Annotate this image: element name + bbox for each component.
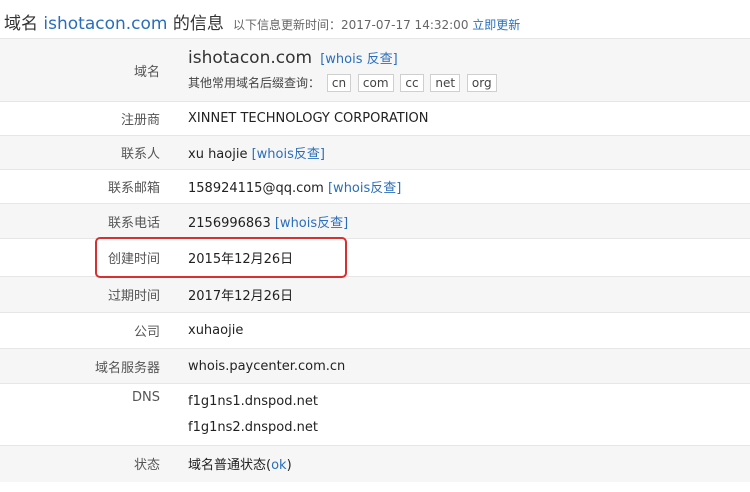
row-phone: 联系电话 2156996863 [whois反查] xyxy=(0,203,750,239)
phone-whois-link[interactable]: [whois反查] xyxy=(275,216,348,231)
email-whois-link[interactable]: [whois反查] xyxy=(328,181,401,196)
phone-value: 2156996863 xyxy=(188,215,271,231)
suffix-label: 其他常用域名后缀查询： xyxy=(188,76,321,90)
created-value: 2015年12月26日 xyxy=(170,238,750,277)
suffix-button-net[interactable]: net xyxy=(430,74,461,92)
row-value: 域名普通状态(ok) xyxy=(170,445,750,482)
suffix-button-org[interactable]: org xyxy=(466,74,497,92)
status-close: ) xyxy=(286,458,292,474)
contact-whois-link[interactable]: [whois反查] xyxy=(252,147,325,162)
row-dns: DNS f1g1ns1.dnspod.net f1g1ns2.dnspod.ne… xyxy=(0,383,750,446)
row-value: ishotacon.com [whois 反查] 其他常用域名后缀查询： cn … xyxy=(170,38,750,102)
status-value: 域名普通状态( xyxy=(188,458,272,474)
page-header: 域名 ishotacon.com 的信息 以下信息更新时间：2017-07-17… xyxy=(4,9,520,37)
updated-label: 以下信息更新时间： xyxy=(232,18,341,32)
domain-value: ishotacon.com xyxy=(188,48,313,68)
row-label: 域名服务器 xyxy=(0,348,170,384)
row-registrar: 注册商 XINNET TECHNOLOGY CORPORATION xyxy=(0,101,750,136)
row-value: 2156996863 [whois反查] xyxy=(170,203,750,239)
title-prefix: 域名 xyxy=(4,14,38,34)
dns-server-1: f1g1ns1.dnspod.net xyxy=(188,393,318,409)
row-label: 公司 xyxy=(0,312,170,349)
refresh-now-link[interactable]: 立即更新 xyxy=(472,18,520,32)
row-label: 联系人 xyxy=(0,135,170,170)
row-created: 创建时间 2015年12月26日 xyxy=(0,238,750,277)
contact-value: xu haojie xyxy=(188,147,248,162)
whois-table: 域名 ishotacon.com [whois 反查] 其他常用域名后缀查询： … xyxy=(0,38,750,482)
row-value: xu haojie [whois反查] xyxy=(170,135,750,170)
row-label: 联系电话 xyxy=(0,203,170,239)
suffix-button-cn[interactable]: cn xyxy=(326,74,352,92)
nameserver-value: whois.paycenter.com.cn xyxy=(170,348,750,384)
row-label: 过期时间 xyxy=(0,276,170,313)
row-label: 域名 xyxy=(0,38,170,102)
registrar-value: XINNET TECHNOLOGY CORPORATION xyxy=(170,101,750,136)
expires-value: 2017年12月26日 xyxy=(170,276,750,313)
dns-server-2: f1g1ns2.dnspod.net xyxy=(188,419,318,435)
row-company: 公司 xuhaojie xyxy=(0,312,750,349)
title-domain-link[interactable]: ishotacon.com xyxy=(43,14,167,34)
row-label: 联系邮箱 xyxy=(0,169,170,204)
row-email: 联系邮箱 158924115@qq.com [whois反查] xyxy=(0,169,750,204)
title-suffix: 的信息 xyxy=(172,14,224,34)
row-label: 状态 xyxy=(0,445,170,482)
suffix-button-com[interactable]: com xyxy=(357,74,394,92)
row-contact: 联系人 xu haojie [whois反查] xyxy=(0,135,750,170)
row-status: 状态 域名普通状态(ok) xyxy=(0,445,750,482)
row-nameserver: 域名服务器 whois.paycenter.com.cn xyxy=(0,348,750,384)
status-ok-link[interactable]: ok xyxy=(271,458,286,473)
row-expires: 过期时间 2017年12月26日 xyxy=(0,276,750,313)
row-label: 注册商 xyxy=(0,101,170,136)
row-label: DNS xyxy=(0,383,170,446)
email-value: 158924115@qq.com xyxy=(188,181,324,196)
row-domain: 域名 ishotacon.com [whois 反查] 其他常用域名后缀查询： … xyxy=(0,38,750,102)
suffix-query: 其他常用域名后缀查询： cn com cc net org xyxy=(188,74,750,92)
row-value: 158924115@qq.com [whois反查] xyxy=(170,169,750,204)
updated-time: 2017-07-17 14:32:00 xyxy=(341,18,469,32)
whois-reverse-link[interactable]: [whois 反查] xyxy=(320,52,398,67)
page-title: 域名 ishotacon.com 的信息 xyxy=(4,14,224,34)
row-label: 创建时间 xyxy=(0,238,170,277)
row-value: f1g1ns1.dnspod.net f1g1ns2.dnspod.net xyxy=(170,383,750,446)
suffix-button-cc[interactable]: cc xyxy=(400,74,424,92)
company-value: xuhaojie xyxy=(170,312,750,349)
update-info: 以下信息更新时间：2017-07-17 14:32:00 立即更新 xyxy=(233,18,520,32)
